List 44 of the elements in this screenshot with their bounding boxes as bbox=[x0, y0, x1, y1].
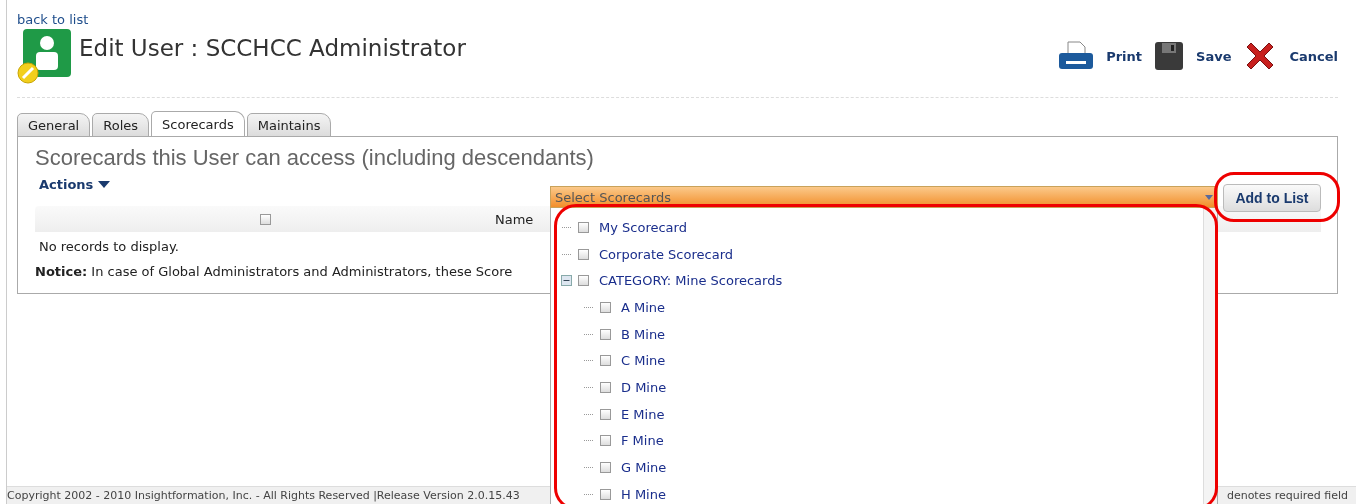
tab[interactable]: Scorecards bbox=[151, 111, 245, 137]
scorecard-option[interactable]: G Mine bbox=[621, 460, 667, 476]
select-all-checkbox[interactable] bbox=[259, 213, 271, 225]
scorecard-option[interactable]: E Mine bbox=[621, 406, 665, 422]
section-heading: Scorecards this User can access (including descendants) bbox=[35, 145, 595, 171]
checkbox[interactable] bbox=[600, 381, 611, 393]
copyright-text: Copyright 2002 - 2010 Insightformation, Inc. - All Rights Reserved |Release Version 2.0.15.43 bbox=[7, 489, 520, 502]
printer-icon bbox=[1058, 41, 1095, 71]
caret-icon bbox=[98, 181, 111, 188]
notice-text: Notice: In case of Global Administrators and Administrators, these Score bbox=[35, 264, 514, 279]
add-to-list-button[interactable]: Add to List bbox=[1223, 184, 1321, 212]
scorecard-option[interactable]: C Mine bbox=[621, 353, 666, 369]
user-edit-icon bbox=[17, 29, 73, 85]
checkbox[interactable] bbox=[600, 355, 611, 367]
column-header[interactable]: Name bbox=[495, 211, 534, 227]
checkbox[interactable] bbox=[600, 488, 611, 500]
checkbox[interactable] bbox=[600, 408, 611, 420]
collapse-icon[interactable] bbox=[561, 275, 572, 287]
back-link[interactable]: back to list bbox=[17, 12, 89, 27]
checkbox[interactable] bbox=[578, 221, 589, 233]
print-button[interactable]: Print bbox=[1058, 41, 1142, 71]
required-field-note: denotes required field bbox=[1226, 489, 1348, 502]
scorecard-option[interactable]: H Mine bbox=[621, 486, 666, 502]
scorecard-option[interactable]: CATEGORY: Mine Scorecards bbox=[599, 273, 783, 289]
page-title: Edit User : SCCHCC Administrator bbox=[79, 35, 466, 61]
tab[interactable]: Maintains bbox=[246, 113, 332, 137]
tab[interactable]: Roles bbox=[92, 113, 150, 137]
scorecard-option[interactable]: Corporate Scorecard bbox=[599, 246, 733, 262]
checkbox[interactable] bbox=[600, 462, 611, 474]
scorecard-option[interactable]: A Mine bbox=[621, 299, 666, 315]
dropdown-arrow-icon bbox=[1205, 194, 1213, 200]
save-button[interactable]: Save bbox=[1154, 41, 1232, 71]
checkbox[interactable] bbox=[600, 301, 611, 313]
cancel-button[interactable]: Cancel bbox=[1243, 39, 1338, 73]
scorecard-option[interactable]: D Mine bbox=[621, 379, 667, 395]
tab[interactable]: General bbox=[17, 113, 91, 137]
checkbox[interactable] bbox=[600, 328, 611, 340]
checkbox[interactable] bbox=[578, 248, 589, 260]
scorecard-option[interactable]: F Mine bbox=[621, 433, 664, 449]
scorecard-option[interactable]: My Scorecard bbox=[599, 219, 687, 235]
scorecard-option[interactable]: B Mine bbox=[621, 326, 666, 342]
actions-menu[interactable]: Actions bbox=[39, 177, 111, 192]
checkbox[interactable] bbox=[600, 435, 611, 447]
checkbox[interactable] bbox=[578, 275, 589, 287]
